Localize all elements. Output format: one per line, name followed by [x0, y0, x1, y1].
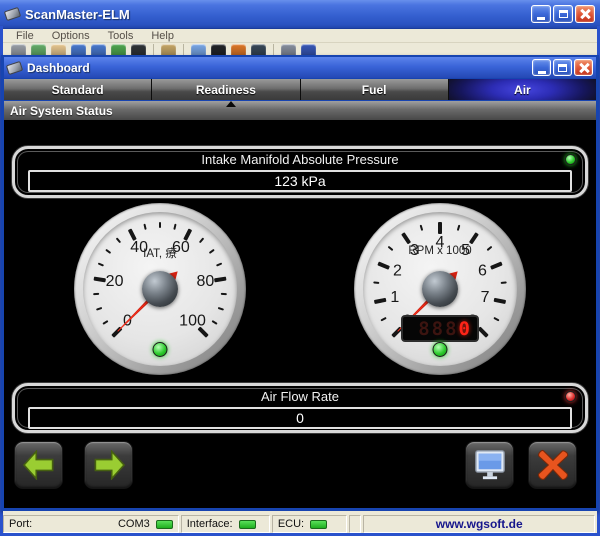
website-text: www.wgsoft.de	[363, 515, 595, 533]
gauge-scale-number: 2	[393, 262, 402, 280]
port-led	[156, 520, 173, 529]
gauge-scale-number: 20	[106, 273, 124, 291]
tab-indicator-arrow	[226, 101, 236, 107]
toolbar-icon-11[interactable]	[231, 44, 246, 55]
gauge-hub	[422, 271, 458, 307]
section-header-label: Air System Status	[10, 104, 113, 118]
toolbar-icon-12[interactable]	[251, 44, 266, 55]
tab-standard[interactable]: Standard	[4, 79, 152, 100]
iat-gauge: 020406080100IAT, 療	[74, 203, 246, 375]
imap-panel: Intake Manifold Absolute Pressure 123 kP…	[12, 146, 588, 198]
monitor-button[interactable]	[465, 441, 514, 489]
ecu-led	[310, 520, 327, 529]
minimize-icon[interactable]	[531, 5, 551, 23]
toolbar-separator	[273, 44, 274, 55]
gauge-title: IAT, 療	[143, 245, 177, 261]
toolbar-icon-5[interactable]	[91, 44, 106, 55]
scanmaster-app-window: ScanMaster-ELM File Options ToolsHelp Dash…	[0, 0, 600, 536]
dashboard-maximize-icon[interactable]	[553, 59, 572, 76]
gauge-hub	[142, 271, 178, 307]
gauge-scale-number: 6	[478, 262, 487, 280]
menu-file[interactable]: File	[9, 30, 41, 42]
outer-titlebar[interactable]: ScanMaster-ELM	[0, 0, 600, 29]
dashboard-tab-bar: StandardReadinessFuelAir	[4, 79, 596, 100]
rpm-digital-display: 8880	[401, 315, 479, 342]
menu-bar: File Options ToolsHelp	[3, 29, 597, 43]
ecu-label: ECU:	[278, 518, 304, 530]
gauge-scale-number: 1	[390, 289, 399, 307]
dashboard-minimize-icon[interactable]	[532, 59, 551, 76]
airflow-status-led	[565, 391, 576, 402]
gauge-status-led	[153, 342, 168, 357]
outer-window-title: ScanMaster-ELM	[25, 7, 531, 22]
toolbar-icon-10[interactable]	[211, 44, 226, 55]
imap-panel-title: Intake Manifold Absolute Pressure	[15, 152, 585, 168]
section-header: Air System Status	[4, 101, 596, 120]
menu-help[interactable]: Help	[144, 30, 181, 42]
monitor-icon	[473, 449, 507, 481]
port-value: COM3	[118, 518, 150, 530]
status-port: Port: COM3	[3, 515, 179, 533]
toolbar-icon-8[interactable]	[161, 44, 176, 55]
interface-label: Interface:	[187, 518, 233, 530]
dashboard-close-icon[interactable]	[574, 59, 593, 76]
toolbar-icon-6[interactable]	[111, 44, 126, 55]
forward-button[interactable]	[84, 441, 133, 489]
close-x-icon	[536, 449, 570, 481]
airflow-panel: Air Flow Rate 0	[12, 383, 588, 433]
arrow-left-icon	[22, 450, 56, 480]
minor-tick	[159, 222, 161, 228]
back-button[interactable]	[14, 441, 63, 489]
port-label: Port:	[9, 518, 32, 530]
dashboard-titlebar[interactable]: Dashboard	[4, 57, 596, 78]
digital-value: 0	[459, 318, 472, 340]
arrow-right-icon	[92, 450, 126, 480]
toolbar-icon-2[interactable]	[31, 44, 46, 55]
status-empty	[349, 515, 361, 533]
tab-fuel[interactable]: Fuel	[301, 79, 449, 100]
toolbar-icon-9[interactable]	[191, 44, 206, 55]
minor-tick	[221, 293, 227, 295]
toolbar-separator	[183, 44, 184, 55]
toolbar-icon-1[interactable]	[11, 44, 26, 55]
gauge-scale-number: 100	[179, 313, 206, 331]
gauge-status-led	[433, 342, 448, 357]
toolbar-icon-3[interactable]	[51, 44, 66, 55]
imap-panel-value: 123 kPa	[28, 170, 572, 192]
toolbar-icon-4[interactable]	[71, 44, 86, 55]
rpm-gauge: 012345678RPM x 10008880	[354, 203, 526, 375]
airflow-panel-title: Air Flow Rate	[15, 389, 585, 405]
major-tick	[438, 222, 442, 234]
dashboard-title: Dashboard	[27, 61, 532, 75]
dashboard-content: Intake Manifold Absolute Pressure 123 kP…	[4, 120, 596, 508]
toolbar-icon-13[interactable]	[281, 44, 296, 55]
exit-button[interactable]	[528, 441, 577, 489]
status-interface: Interface:	[181, 515, 270, 533]
toolbar-icon-14[interactable]	[301, 44, 316, 55]
interface-led	[239, 520, 256, 529]
app-icon	[4, 7, 21, 21]
toolbar-separator	[153, 44, 154, 55]
toolbar-icon-7[interactable]	[131, 44, 146, 55]
menu-tools[interactable]: Tools	[101, 30, 141, 42]
tab-readiness[interactable]: Readiness	[152, 79, 300, 100]
dashboard-window: Dashboard StandardReadinessFuelAir Air S…	[1, 55, 599, 511]
digital-ghost-digits: 888	[418, 318, 458, 340]
gauge-title: RPM x 1000	[408, 245, 471, 257]
tab-air[interactable]: Air	[449, 79, 596, 100]
menu-options[interactable]: Options	[45, 30, 97, 42]
imap-status-led	[565, 154, 576, 165]
gauge-scale-number: 7	[481, 289, 490, 307]
status-ecu: ECU:	[272, 515, 348, 533]
gauge-scale-number: 80	[197, 273, 215, 291]
close-icon[interactable]	[575, 5, 595, 23]
airflow-panel-value: 0	[28, 407, 572, 429]
dashboard-icon	[6, 60, 23, 74]
status-bar: Port: COM3 Interface: ECU: www.wgsoft.de	[3, 515, 597, 533]
maximize-icon[interactable]	[553, 5, 573, 23]
toolbar	[3, 43, 597, 55]
